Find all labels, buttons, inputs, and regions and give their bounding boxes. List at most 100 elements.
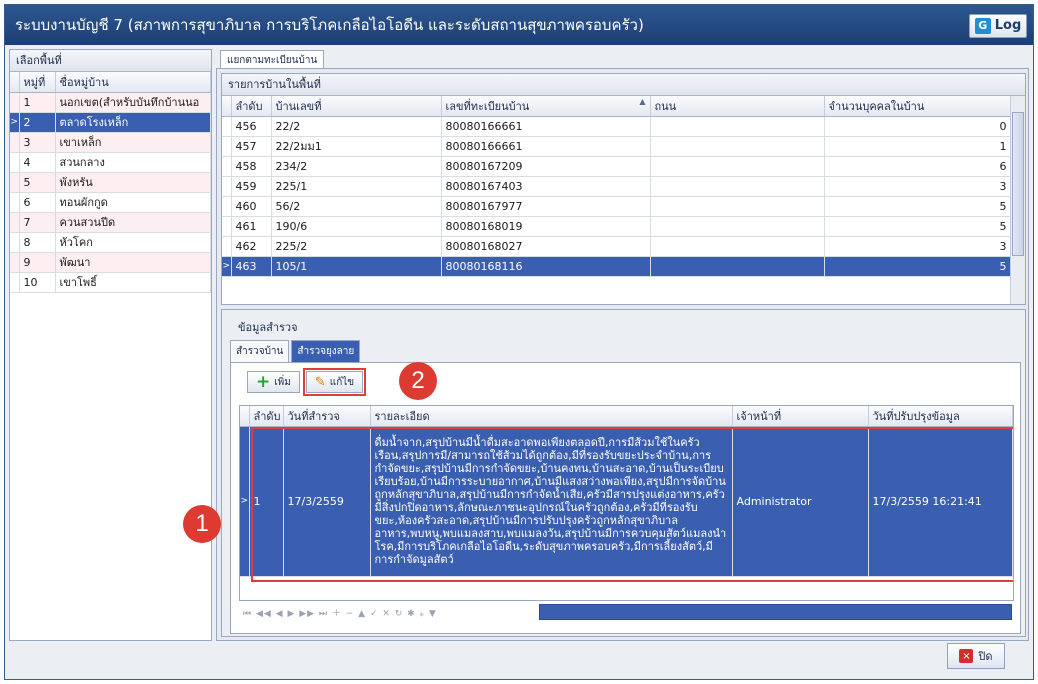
register-no-label: เลขที่ทะเบียนบ้าน [445, 99, 530, 113]
column-header-house-no[interactable]: บ้านเลขที่ [271, 96, 442, 117]
person-count: 5 [824, 216, 1012, 237]
house-row[interactable]: 458 234/2 80080167209 6 [222, 156, 1012, 177]
pencil-icon: ✎ [314, 374, 326, 390]
column-header-register-no[interactable]: เลขที่ทะเบียนบ้าน ▲ [441, 96, 651, 117]
log-button[interactable]: G Log [969, 14, 1027, 38]
house-seq: 458 [231, 156, 272, 177]
survey-tabs: สำรวจบ้าน สำรวจยุงลาย [230, 340, 362, 362]
village-no: 5 [19, 172, 56, 193]
log-label: Log [994, 18, 1022, 33]
house-row[interactable]: 457 22/2มม1 80080166661 1 [222, 136, 1012, 157]
horizontal-scrollbar[interactable] [539, 604, 1012, 620]
register-number: 80080167977 [441, 196, 651, 217]
survey-date: 17/3/2559 [283, 426, 371, 577]
person-count: 6 [824, 156, 1012, 177]
row-indicator [10, 192, 20, 213]
village-row[interactable]: 5 พังหรัน [10, 172, 211, 193]
log-icon: G [974, 18, 991, 34]
village-row[interactable]: 10 เขาโพธิ์ [10, 272, 211, 293]
house-row[interactable]: 459 225/1 80080167403 3 [222, 176, 1012, 197]
village-name: ทอนผักกูด [55, 192, 211, 213]
village-row[interactable]: 4 สวนกลาง [10, 152, 211, 173]
village-row[interactable]: 6 ทอนผักกูด [10, 192, 211, 213]
village-row[interactable]: 8 หัวโคก [10, 232, 211, 253]
column-header-road[interactable]: ถนน [650, 96, 825, 117]
village-row[interactable]: 9 พัฒนา [10, 252, 211, 273]
register-number: 80080166661 [441, 116, 651, 137]
village-row[interactable]: 7 ควนสวนปีด [10, 212, 211, 233]
close-button[interactable]: × ปิด [947, 643, 1005, 669]
row-indicator: > [10, 112, 20, 133]
add-button[interactable]: + เพิ่ม [247, 371, 300, 393]
column-header-survey-date[interactable]: วันที่สำรวจ [283, 406, 371, 427]
scrollbar-thumb[interactable] [1012, 112, 1024, 256]
village-no: 6 [19, 192, 56, 213]
house-row[interactable]: 462 225/2 80080168027 3 [222, 236, 1012, 257]
plus-icon: + [256, 371, 271, 392]
village-row[interactable]: 1 นอกเขต(สำหรับบันทึกบ้านนอ [10, 92, 211, 113]
village-name: เขาโพธิ์ [55, 272, 211, 293]
house-row[interactable]: 456 22/2 80080166661 0 [222, 116, 1012, 137]
navigator-icons[interactable]: ⏮ ◀◀ ◀ ▶ ▶▶ ⏭ ＋ − ▲ ✓ ✕ ↻ ✱ ⁎ ▼ [239, 606, 539, 619]
village-name: สวนกลาง [55, 152, 211, 173]
house-seq: 460 [231, 196, 272, 217]
column-header-seq[interactable]: ลำดับ [231, 96, 272, 117]
edit-label: แก้ไข [329, 376, 355, 388]
road [650, 116, 825, 137]
close-icon: × [959, 649, 974, 663]
column-header-survey-seq[interactable]: ลำดับ [249, 406, 284, 427]
person-count: 3 [824, 176, 1012, 197]
person-count: 0 [824, 116, 1012, 137]
survey-seq: 1 [249, 426, 284, 577]
village-no: 3 [19, 132, 56, 153]
road [650, 256, 825, 277]
house-number: 234/2 [271, 156, 442, 177]
tab-house-survey[interactable]: สำรวจบ้าน [230, 340, 290, 362]
edit-button[interactable]: ✎ แก้ไข [302, 368, 367, 396]
house-row[interactable]: >463 105/1 80080168116 5 [222, 256, 1012, 277]
column-header-officer[interactable]: เจ้าหน้าที่ [732, 406, 869, 427]
person-count: 3 [824, 236, 1012, 257]
village-row[interactable]: 3 เขาเหล็ก [10, 132, 211, 153]
column-header-detail[interactable]: รายละเอียด [370, 406, 733, 427]
village-name: หัวโคก [55, 232, 211, 253]
row-indicator [10, 92, 20, 113]
tab-by-house-register[interactable]: แยกตามทะเบียนบ้าน [220, 50, 325, 70]
survey-toolbar: + เพิ่ม ✎ แก้ไข [247, 368, 367, 396]
road [650, 216, 825, 237]
house-number: 22/2 [271, 116, 442, 137]
register-number: 80080168019 [441, 216, 651, 237]
column-header-village-name[interactable]: ชื่อหมู่บ้าน [55, 72, 211, 93]
village-no: 2 [19, 112, 56, 133]
column-header-person-count[interactable]: จำนวนบุคคลในบ้าน [824, 96, 1012, 117]
area-panel-title: เลือกพื้นที่ [10, 50, 211, 72]
survey-officer: Administrator [732, 426, 869, 577]
house-row[interactable]: 461 190/6 80080168019 5 [222, 216, 1012, 237]
column-header-village-no[interactable]: หมู่ที่ [19, 72, 56, 93]
register-number: 80080167403 [441, 176, 651, 197]
house-seq: 457 [231, 136, 272, 157]
survey-row[interactable]: > 1 17/3/2559 ดื่มน้ำจาก,สรุปบ้านมีน้ำดื… [240, 426, 1013, 577]
village-name: นอกเขต(สำหรับบันทึกบ้านนอ [55, 92, 211, 113]
callout-2: 2 [399, 362, 437, 400]
village-no: 7 [19, 212, 56, 233]
area-panel: เลือกพื้นที่ หมู่ที่ ชื่อหมู่บ้าน 1 นอกเข… [9, 49, 212, 641]
house-list-scrollbar[interactable] [1010, 96, 1025, 304]
house-row[interactable]: 460 56/2 80080167977 5 [222, 196, 1012, 217]
village-name: เขาเหล็ก [55, 132, 211, 153]
callout-1: 1 [183, 505, 221, 543]
tab-mosquito-survey[interactable]: สำรวจยุงลาย [291, 340, 361, 362]
road [650, 136, 825, 157]
village-row[interactable]: >2 ตลาดโรงเหล็ก [10, 112, 211, 133]
survey-updated: 17/3/2559 16:21:41 [868, 426, 1013, 577]
row-indicator [222, 116, 232, 137]
house-seq: 462 [231, 236, 272, 257]
register-number: 80080167209 [441, 156, 651, 177]
row-indicator [10, 152, 20, 173]
house-number: 22/2มม1 [271, 136, 442, 157]
row-indicator [10, 172, 20, 193]
village-name: ควนสวนปีด [55, 212, 211, 233]
village-no: 1 [19, 92, 56, 113]
house-seq: 459 [231, 176, 272, 197]
column-header-updated[interactable]: วันที่ปรับปรุงข้อมูล [868, 406, 1013, 427]
